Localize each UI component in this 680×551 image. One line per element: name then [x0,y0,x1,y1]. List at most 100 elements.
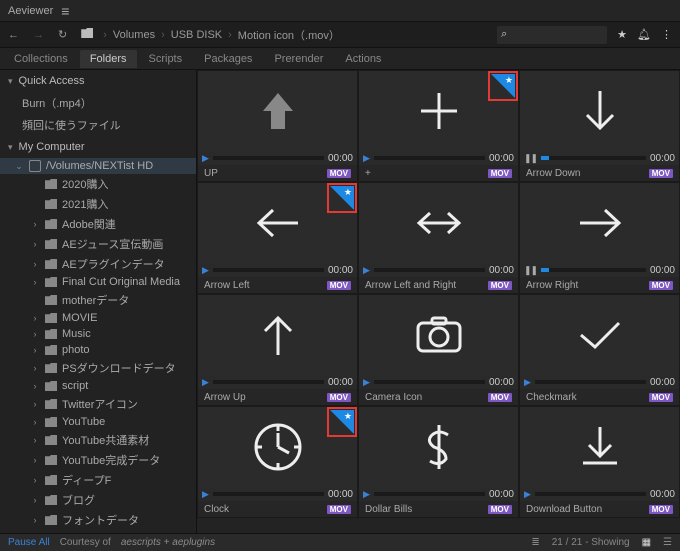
tree-folder[interactable]: ›photo [0,342,196,358]
list-view-icon[interactable]: ≣ [531,537,539,548]
thumbnail[interactable] [359,183,518,263]
asset-cell[interactable]: ❚❚ 00:00 Arrow Right MOV [519,182,680,294]
play-icon[interactable]: ▶ [363,489,370,500]
timebar[interactable]: ▶ 00:00 [198,487,357,501]
play-icon[interactable]: ▶ [363,377,370,388]
thumbnail[interactable] [359,407,518,487]
tree-folder[interactable]: 2020購入 [0,174,196,194]
play-icon[interactable]: ▶ [524,377,531,388]
timebar[interactable]: ❚❚ 00:00 [520,151,679,165]
play-icon[interactable]: ▶ [363,153,370,164]
favorite-badge[interactable] [329,185,355,211]
timebar[interactable]: ▶ 00:00 [359,151,518,165]
timebar[interactable]: ▶ 00:00 [359,487,518,501]
thumbnail[interactable] [520,295,679,375]
thumbnail[interactable] [359,71,518,151]
tree-folder[interactable]: ›ブログ [0,490,196,510]
thumbnail[interactable] [520,183,679,263]
play-icon[interactable]: ▶ [202,377,209,388]
grid-view-icon[interactable]: ▦ [642,537,651,548]
play-icon[interactable]: ▶ [363,265,370,276]
thumbnail[interactable] [359,295,518,375]
asset-cell[interactable]: ▶ 00:00 + MOV [358,70,519,182]
tree-folder[interactable]: ›script [0,378,196,394]
tree-folder[interactable]: フォント購入 [0,530,196,533]
timebar[interactable]: ❚❚ 00:00 [520,263,679,277]
tab-prerender[interactable]: Prerender [264,50,333,68]
thumbnail[interactable] [198,71,357,151]
play-icon[interactable]: ▶ [202,265,209,276]
folder-up-icon[interactable] [81,28,93,41]
tree-folder[interactable]: ›Music [0,326,196,342]
thumbnail[interactable] [198,183,357,263]
favorite-badge[interactable] [329,409,355,435]
tree-root[interactable]: ⌄ /Volumes/NEXTist HD [0,158,196,174]
refresh-icon[interactable]: ↻ [58,28,67,41]
star-icon[interactable]: ★ [617,28,627,41]
play-icon[interactable]: ▶ [202,489,209,500]
breadcrumb[interactable]: › Volumes › USB DISK › Motion icon（.mov） [103,27,340,43]
detail-view-icon[interactable]: ☰ [663,537,672,548]
thumbnail[interactable] [520,407,679,487]
asset-cell[interactable]: ▶ 00:00 UP MOV [197,70,358,182]
forward-icon[interactable]: → [33,29,44,41]
thumbnail[interactable] [198,407,357,487]
tab-folders[interactable]: Folders [80,50,137,68]
favorite-badge[interactable] [490,73,516,99]
tab-actions[interactable]: Actions [335,50,391,68]
timebar[interactable]: ▶ 00:00 [198,263,357,277]
tab-collections[interactable]: Collections [4,50,78,68]
pause-icon[interactable]: ❚❚ [524,153,537,164]
duration: 00:00 [489,489,514,500]
thumbnail[interactable] [198,295,357,375]
tree-folder[interactable]: 2021購入 [0,194,196,214]
timebar[interactable]: ▶ 00:00 [198,375,357,389]
my-computer-header[interactable]: ▾ My Computer [0,136,196,158]
asset-cell[interactable]: ▶ 00:00 Clock MOV [197,406,358,518]
quick-item[interactable]: 頻回に使うファイル [0,114,196,136]
quick-access-header[interactable]: ▾ Quick Access [0,70,196,92]
timebar[interactable]: ▶ 00:00 [198,151,357,165]
tab-packages[interactable]: Packages [194,50,262,68]
tab-scripts[interactable]: Scripts [139,50,193,68]
timebar[interactable]: ▶ 00:00 [520,487,679,501]
timebar[interactable]: ▶ 00:00 [520,375,679,389]
tree-folder[interactable]: ›Twitterアイコン [0,394,196,414]
asset-cell[interactable]: ▶ 00:00 Arrow Left and Right MOV [358,182,519,294]
asset-cell[interactable]: ▶ 00:00 Checkmark MOV [519,294,680,406]
play-icon[interactable]: ▶ [202,153,209,164]
tree-folder[interactable]: ›PSダウンロードデータ [0,358,196,378]
pause-icon[interactable]: ❚❚ [524,265,537,276]
tree-folder[interactable]: ›フォントデータ [0,510,196,530]
tree-folder[interactable]: ›Final Cut Original Media [0,274,196,290]
play-icon[interactable]: ▶ [524,489,531,500]
asset-cell[interactable]: ▶ 00:00 Arrow Left MOV [197,182,358,294]
tree-folder[interactable]: ›ディープF [0,470,196,490]
tree-folder[interactable]: ›YouTube完成データ [0,450,196,470]
search-input[interactable]: ⌕ [497,26,607,44]
quick-item[interactable]: Burn（.mp4） [0,92,196,114]
tree-folder[interactable]: ›AEプラグインデータ [0,254,196,274]
tree-folder[interactable]: ›Adobe関連 [0,214,196,234]
tree-folder[interactable]: ›AEジュース宣伝動画 [0,234,196,254]
tree-folder[interactable]: ›MOVIE [0,310,196,326]
asset-name: Download Button [526,504,645,515]
back-icon[interactable]: ← [8,29,19,41]
more-icon[interactable]: ⋮ [661,28,672,41]
menu-icon[interactable]: ≡ [61,3,69,19]
thumbnail[interactable] [520,71,679,151]
timebar[interactable]: ▶ 00:00 [359,263,518,277]
asset-cell[interactable]: ❚❚ 00:00 Arrow Down MOV [519,70,680,182]
bell-icon[interactable]: 🔔︎ [637,28,651,41]
tree-folder[interactable]: ›YouTube [0,414,196,430]
tree-folder[interactable]: motherデータ [0,290,196,310]
asset-name: Camera Icon [365,392,484,403]
asset-cell[interactable]: ▶ 00:00 Dollar Bills MOV [358,406,519,518]
asset-cell[interactable]: ▶ 00:00 Download Button MOV [519,406,680,518]
asset-cell[interactable]: ▶ 00:00 Camera Icon MOV [358,294,519,406]
folder-icon [45,239,57,249]
tree-folder[interactable]: ›YouTube共通素材 [0,430,196,450]
pause-all-button[interactable]: Pause All [8,537,50,548]
asset-cell[interactable]: ▶ 00:00 Arrow Up MOV [197,294,358,406]
timebar[interactable]: ▶ 00:00 [359,375,518,389]
